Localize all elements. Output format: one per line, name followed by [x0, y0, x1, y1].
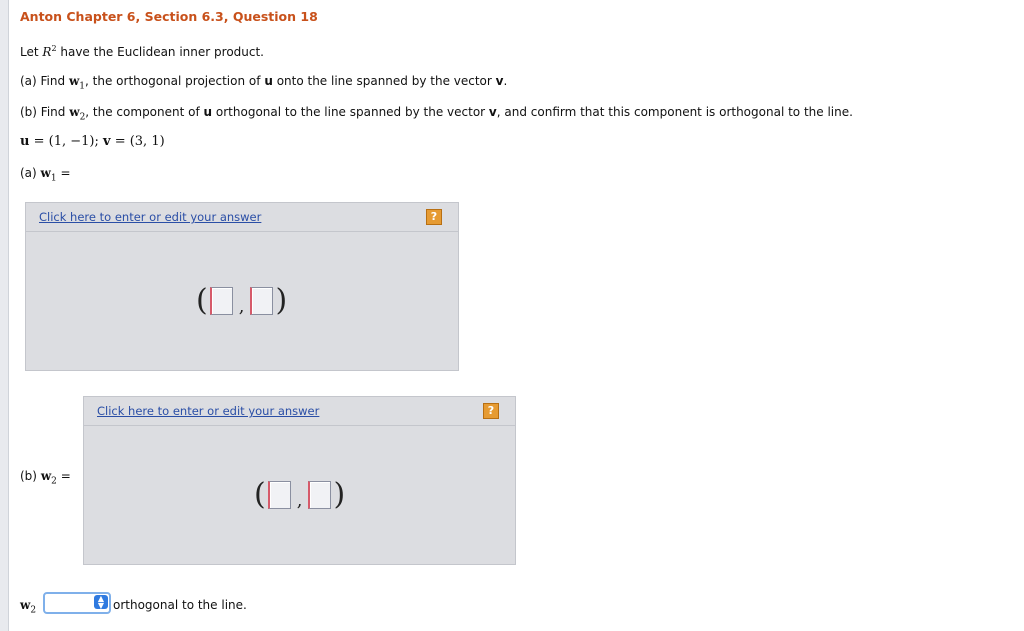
left-edge-bar: [0, 0, 9, 631]
part-b-question: (b) Find w2, the component of u orthogon…: [20, 105, 853, 123]
answer-a-component-1-input[interactable]: [209, 286, 233, 315]
answer-b-label: (b) w2 =: [20, 469, 71, 487]
answer-b-edit-link[interactable]: Click here to enter or edit your answer: [97, 404, 319, 418]
answer-b-component-1-input[interactable]: [267, 480, 291, 509]
final-text: orthogonal to the line.: [113, 598, 247, 612]
final-w-label: w2: [20, 598, 37, 616]
answer-a-label: (a) w1 =: [20, 166, 71, 184]
answer-a-vector: ( , ): [196, 283, 288, 318]
answer-b-component-2-input[interactable]: [308, 480, 332, 509]
answer-a-component-2-input[interactable]: [250, 286, 274, 315]
given-vectors: u = (1, −1); v = (3, 1): [20, 134, 165, 149]
help-icon[interactable]: ?: [483, 403, 499, 419]
answer-b-panel[interactable]: Click here to enter or edit your answer …: [83, 396, 516, 565]
answer-a-edit-link[interactable]: Click here to enter or edit your answer: [39, 210, 261, 224]
answer-a-panel-header: Click here to enter or edit your answer …: [26, 203, 458, 232]
question-title: Anton Chapter 6, Section 6.3, Question 1…: [20, 9, 318, 24]
help-icon[interactable]: ?: [426, 209, 442, 225]
answer-b-vector: ( , ): [254, 477, 346, 512]
orthogonality-select[interactable]: ▲ ▼: [43, 592, 111, 614]
select-arrows-icon: ▲ ▼: [94, 595, 108, 610]
intro-line: Let R2 have the Euclidean inner product.: [20, 44, 264, 59]
answer-a-panel[interactable]: Click here to enter or edit your answer …: [25, 202, 459, 371]
part-a-question: (a) Find w1, the orthogonal projection o…: [20, 74, 508, 92]
answer-b-panel-header: Click here to enter or edit your answer …: [84, 397, 515, 426]
